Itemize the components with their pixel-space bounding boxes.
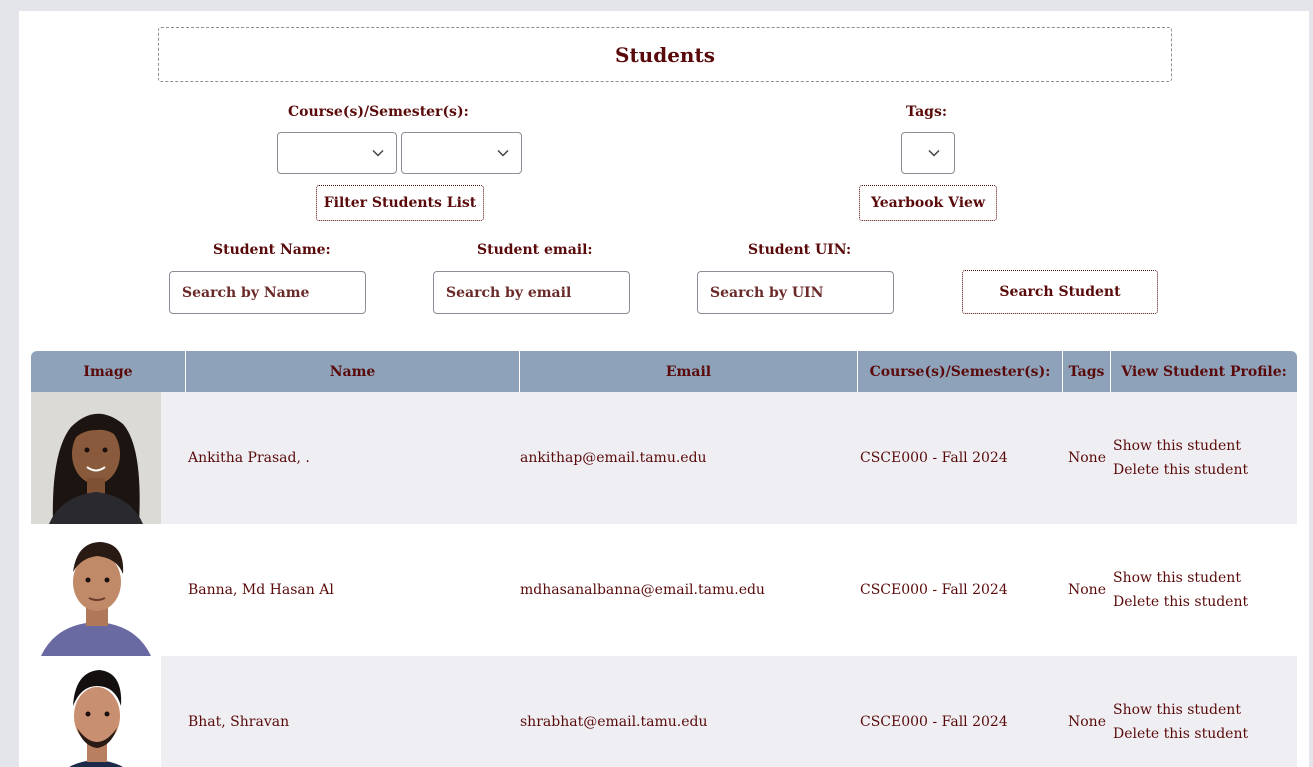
main-card: Students Course(s)/Semester(s): Filter S… [19, 11, 1309, 767]
header-email: Email [520, 351, 858, 392]
show-student-link[interactable]: Show this student [1113, 434, 1241, 458]
chevron-down-icon [497, 149, 509, 157]
header-profile: View Student Profile: [1121, 363, 1287, 380]
header-image: Image [31, 351, 186, 392]
page-title: Students [615, 42, 715, 67]
student-name-label: Student Name: [213, 242, 331, 258]
student-tags: None [1068, 582, 1106, 598]
student-name: Banna, Md Hasan Al [188, 582, 334, 598]
search-name-input[interactable] [169, 271, 366, 314]
student-course: CSCE000 - Fall 2024 [860, 450, 1008, 466]
student-profile-actions: Show this student Delete this student [1111, 392, 1297, 524]
student-tags: None [1068, 714, 1106, 730]
student-tags: None [1068, 450, 1106, 466]
table-header: Image Name Email Course(s)/Semester(s): … [31, 351, 1297, 392]
search-email-input[interactable] [433, 271, 630, 314]
student-email: shrabhat@email.tamu.edu [520, 714, 708, 730]
table-row: Banna, Md Hasan Al mdhasanalbanna@email.… [31, 524, 1297, 656]
student-photo-cell [31, 392, 186, 524]
tags-label: Tags: [906, 104, 947, 120]
delete-student-link[interactable]: Delete this student [1113, 722, 1248, 746]
show-student-link[interactable]: Show this student [1113, 566, 1241, 590]
student-photo [31, 524, 161, 656]
student-uin-label: Student UIN: [748, 242, 852, 258]
student-profile-actions: Show this student Delete this student [1111, 656, 1297, 767]
student-photo [31, 392, 161, 524]
chevron-down-icon [372, 149, 384, 157]
course-select[interactable] [277, 132, 397, 174]
student-name: Bhat, Shravan [188, 714, 290, 730]
yearbook-view-button[interactable]: Yearbook View [859, 185, 997, 221]
delete-student-link[interactable]: Delete this student [1113, 458, 1248, 482]
search-uin-input[interactable] [697, 271, 894, 314]
header-course: Course(s)/Semester(s): [858, 351, 1063, 392]
course-semester-label: Course(s)/Semester(s): [288, 104, 469, 120]
students-table: Image Name Email Course(s)/Semester(s): … [31, 351, 1297, 767]
student-course: CSCE000 - Fall 2024 [860, 714, 1008, 730]
student-email: mdhasanalbanna@email.tamu.edu [520, 582, 765, 598]
chevron-down-icon [928, 149, 940, 157]
table-row: Ankitha Prasad, . ankithap@email.tamu.ed… [31, 392, 1297, 524]
tags-select[interactable] [901, 132, 955, 174]
student-course: CSCE000 - Fall 2024 [860, 582, 1008, 598]
student-profile-actions: Show this student Delete this student [1111, 524, 1297, 656]
table-row: Bhat, Shravan shrabhat@email.tamu.edu CS… [31, 656, 1297, 767]
header-name: Name [186, 351, 520, 392]
filter-students-button[interactable]: Filter Students List [316, 185, 484, 221]
student-photo-cell [31, 656, 186, 767]
delete-student-link[interactable]: Delete this student [1113, 590, 1248, 614]
student-name: Ankitha Prasad, . [188, 450, 310, 466]
show-student-link[interactable]: Show this student [1113, 698, 1241, 722]
student-email-label: Student email: [477, 242, 593, 258]
student-photo-cell [31, 524, 186, 656]
student-email: ankithap@email.tamu.edu [520, 450, 707, 466]
page-title-box: Students [158, 27, 1172, 82]
semester-select[interactable] [401, 132, 522, 174]
student-photo [31, 656, 161, 767]
search-student-button[interactable]: Search Student [962, 270, 1158, 314]
header-tags: Tags [1063, 351, 1111, 392]
